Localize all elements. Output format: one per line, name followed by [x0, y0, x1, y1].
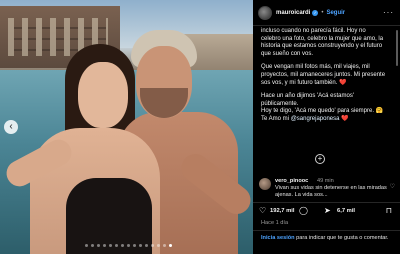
post-side-panel: mauroicardi ✓ • Seguir ··· incluso cuand…	[253, 0, 400, 254]
login-text: para indicar que te gusta o comentar.	[294, 235, 389, 241]
load-more-comments-icon[interactable]: +	[315, 154, 325, 164]
caption-line: Hoy te digo, 'Acá me quedo' para siempre…	[261, 108, 384, 115]
like-heart-icon[interactable]: ♡	[259, 206, 266, 215]
username[interactable]: mauroicardi	[276, 10, 310, 16]
carousel-dot	[121, 244, 124, 247]
carousel-dot	[115, 244, 118, 247]
follow-button[interactable]: Seguir	[326, 10, 345, 16]
login-prompt: Inicia sesión para indicar que te gusta …	[253, 230, 400, 254]
avatar[interactable]	[258, 5, 272, 20]
verified-badge-icon: ✓	[312, 9, 319, 16]
carousel-dot	[109, 244, 112, 247]
carousel-dots	[85, 244, 172, 247]
carousel-prev-button[interactable]: ‹	[4, 120, 18, 134]
save-bookmark-icon[interactable]: ⊓	[386, 206, 392, 215]
login-link[interactable]: Inicia sesión	[261, 235, 295, 241]
comment-username[interactable]: vero_pinooc	[275, 178, 308, 184]
carousel-dot	[139, 244, 142, 247]
caption-paragraph: Hace un año dijimos 'Acá estamos' públic…	[261, 93, 387, 123]
carousel-dot	[169, 244, 172, 247]
comment-like-heart-icon[interactable]: ♡	[390, 183, 395, 190]
scrollbar[interactable]	[396, 30, 398, 66]
instagram-post-window: ‹ mauroicardi ✓ • Seguir ··· incluso cua…	[0, 0, 400, 254]
carousel-dot	[91, 244, 94, 247]
caption-paragraph: incluso cuando no parecía fácil. Hoy no …	[261, 28, 384, 57]
caption-paragraph: Que vengan mil fotos más, mil viajes, mi…	[261, 64, 386, 86]
comment-bubble-icon[interactable]: ◯	[299, 206, 308, 215]
caption-line: Hace un año dijimos 'Acá estamos' públic…	[261, 93, 355, 107]
comment-avatar[interactable]	[259, 178, 271, 190]
carousel-dot	[103, 244, 106, 247]
caption-heart: ❤️	[341, 115, 349, 122]
separator: •	[321, 9, 324, 16]
woman-face	[78, 62, 128, 128]
carousel-dot	[157, 244, 160, 247]
carousel-dot	[127, 244, 130, 247]
carousel-dot	[85, 244, 88, 247]
woman-swimsuit	[66, 178, 152, 254]
post-caption: incluso cuando no parecía fácil. Hoy no …	[261, 28, 387, 130]
caption-line: Te Amo mi	[261, 115, 290, 122]
post-header: mauroicardi ✓ • Seguir ···	[253, 0, 400, 26]
comment-text: Vivan sus vidas sin detenerse en las mir…	[275, 185, 387, 198]
share-icon[interactable]: ➤	[324, 206, 331, 215]
carousel-dot	[163, 244, 166, 247]
carousel-dot	[133, 244, 136, 247]
post-actions-bar: ♡ 192,7 mil ◯ ➤ 6,7 mil ⊓	[253, 202, 400, 216]
carousel-dot	[145, 244, 148, 247]
comment-time: 49 min	[317, 178, 334, 184]
post-photo: ‹	[0, 0, 253, 254]
share-count: 6,7 mil	[337, 208, 356, 214]
mention-link[interactable]: @sangrejaponesa	[291, 116, 340, 122]
carousel-dot	[97, 244, 100, 247]
post-date: Hace 1 día	[261, 220, 289, 226]
carousel-dot	[151, 244, 154, 247]
more-icon[interactable]: ···	[383, 8, 394, 17]
like-count: 192,7 mil	[270, 208, 295, 214]
